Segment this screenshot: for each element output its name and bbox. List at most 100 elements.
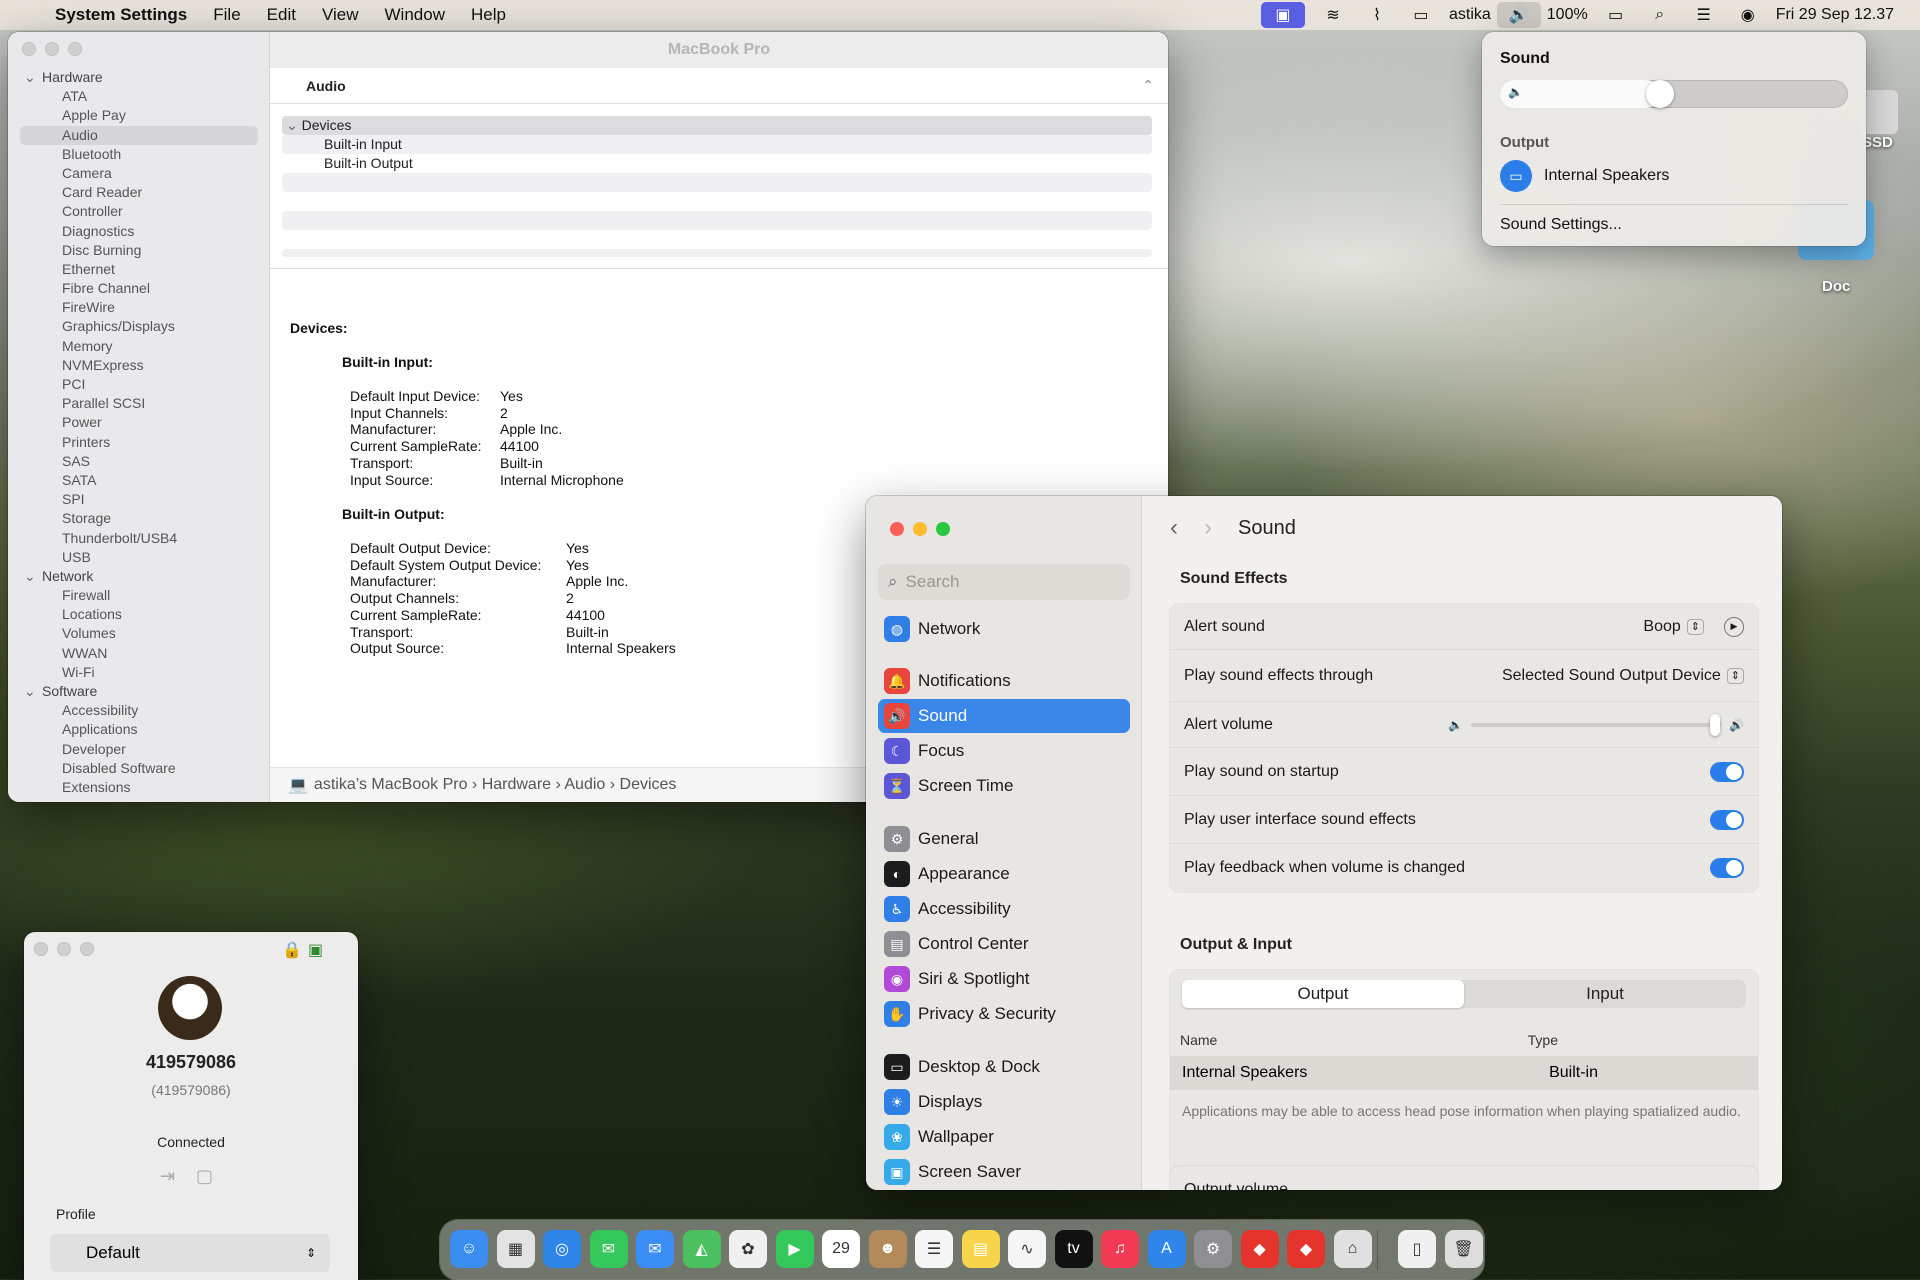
volume-slider[interactable]: 🔈 xyxy=(1500,80,1848,108)
tree-item[interactable]: SPI xyxy=(8,490,270,509)
tree-item[interactable]: Storage xyxy=(8,509,270,528)
alert-volume-slider[interactable] xyxy=(1471,713,1722,736)
profile-select[interactable]: Default ⇕ xyxy=(50,1234,330,1272)
tree-item[interactable]: ATA xyxy=(8,87,270,106)
back-chevron-icon[interactable]: ‹ xyxy=(1170,514,1178,542)
sidebar-item-desktop-dock[interactable]: ▭ Desktop & Dock xyxy=(878,1050,1130,1084)
spotlight-icon[interactable]: ⌕ xyxy=(1638,0,1682,30)
minimize-button[interactable] xyxy=(57,942,71,956)
zoom-button[interactable] xyxy=(936,522,950,536)
anydesk-alt-icon[interactable]: ◆ xyxy=(1287,1230,1325,1268)
tree-item[interactable]: Fibre Channel xyxy=(8,279,270,298)
tree-item[interactable]: Memory xyxy=(8,337,270,356)
notes-icon[interactable]: ▤ xyxy=(961,1230,1000,1268)
menu-window[interactable]: Window xyxy=(372,5,458,25)
close-button[interactable] xyxy=(890,522,904,536)
tab-input[interactable]: Input xyxy=(1464,980,1746,1008)
battery-percent[interactable]: 100% xyxy=(1541,0,1594,30)
sidebar-item-control-center[interactable]: ▤ Control Center xyxy=(878,927,1130,961)
menu-edit[interactable]: Edit xyxy=(254,5,309,25)
messages-icon[interactable]: ✉ xyxy=(589,1230,628,1268)
screen-share-icon[interactable]: ▣ xyxy=(1260,2,1305,28)
tab-output[interactable]: Output xyxy=(1182,980,1464,1008)
tree-item[interactable]: Wi-Fi xyxy=(8,663,270,682)
tree-item[interactable]: PCI xyxy=(8,375,270,394)
anydesk-icon[interactable]: ◆ xyxy=(1240,1230,1279,1268)
table-row[interactable]: Internal Speakers Built-in xyxy=(1170,1056,1758,1090)
trash-icon[interactable]: 🗑 xyxy=(1444,1230,1483,1268)
zoom-button[interactable] xyxy=(80,942,94,956)
play-icon[interactable]: ▶ xyxy=(1724,616,1744,637)
minimize-button[interactable] xyxy=(913,522,927,536)
close-button[interactable] xyxy=(34,942,48,956)
tree-item[interactable]: Firewall xyxy=(8,586,270,605)
doc-label[interactable]: Doc xyxy=(1822,278,1850,295)
finder-icon[interactable]: ☺ xyxy=(450,1230,488,1268)
sidebar-item-screen-saver[interactable]: ▣ Screen Saver xyxy=(878,1155,1130,1189)
list-item[interactable]: Built-in Input xyxy=(282,135,1152,154)
close-button[interactable] xyxy=(22,42,36,56)
contacts-icon[interactable]: ☻ xyxy=(868,1230,907,1268)
toggle-switch[interactable] xyxy=(1710,761,1744,782)
tree-item[interactable]: Disc Burning xyxy=(8,241,270,260)
tree-item[interactable]: Card Reader xyxy=(8,183,270,202)
menu-help[interactable]: Help xyxy=(458,5,519,25)
tree-item[interactable]: Locations xyxy=(8,605,270,624)
sidebar-item-wallpaper[interactable]: ❀ Wallpaper xyxy=(878,1120,1130,1154)
music-icon[interactable]: ♫ xyxy=(1101,1230,1139,1268)
launchpad-icon[interactable]: ▦ xyxy=(496,1230,535,1268)
preview-icon[interactable]: ⌂ xyxy=(1333,1230,1372,1268)
mail-icon[interactable]: ✉ xyxy=(636,1230,674,1268)
monitor-icon[interactable]: ▣ xyxy=(308,940,323,960)
tree-item[interactable]: Ethernet xyxy=(8,260,270,279)
tree-item[interactable]: NVMExpress xyxy=(8,356,270,375)
sidebar-item-notifications[interactable]: 🔔 Notifications xyxy=(878,664,1130,698)
chat-icon[interactable]: ▢ xyxy=(196,1166,213,1187)
alert-volume-knob[interactable] xyxy=(1710,713,1721,736)
freeform-icon[interactable]: ∿ xyxy=(1008,1230,1046,1268)
lock-icon[interactable]: 🔒 xyxy=(282,940,302,960)
split-divider[interactable] xyxy=(270,268,1168,269)
tree-item[interactable]: Applications xyxy=(8,720,270,739)
tree-item[interactable]: Thunderbolt/USB4 xyxy=(8,529,270,548)
maps-icon[interactable]: ◭ xyxy=(682,1230,721,1268)
sidebar-item-general[interactable]: ⚙ General xyxy=(878,822,1130,856)
activity-monitor-icon[interactable]: ⌇ xyxy=(1355,0,1399,30)
sidebar-item-screen-time[interactable]: ⏳ Screen Time xyxy=(878,769,1130,803)
reminders-icon[interactable]: ☰ xyxy=(915,1230,953,1268)
tree-group[interactable]: Software xyxy=(8,682,270,701)
tv-icon[interactable]: tv xyxy=(1054,1230,1093,1268)
calendar-icon[interactable]: 29 xyxy=(822,1230,860,1268)
tree-item[interactable]: Controller xyxy=(8,202,270,221)
safari-icon[interactable]: ◎ xyxy=(543,1230,581,1268)
tree-item[interactable]: Power xyxy=(8,413,270,432)
wifi-icon[interactable]: ≋ xyxy=(1311,0,1355,30)
forward-chevron-icon[interactable]: › xyxy=(1204,514,1212,542)
search-field[interactable]: ⌕ Search xyxy=(878,564,1130,600)
sidebar-item-network[interactable]: ◍ Network xyxy=(878,612,1130,646)
tree-item[interactable]: Disabled Software xyxy=(8,759,270,778)
tree-item[interactable]: WWAN xyxy=(8,644,270,663)
volume-knob[interactable] xyxy=(1646,80,1675,108)
output-device-item[interactable]: ▭ Internal Speakers xyxy=(1500,160,1669,192)
tree-item[interactable]: SATA xyxy=(8,471,270,490)
tree-item[interactable]: FireWire xyxy=(8,298,270,317)
tree-item[interactable]: Developer xyxy=(8,740,270,759)
user-menu[interactable]: astika xyxy=(1443,0,1497,30)
list-item[interactable]: Built-in Output xyxy=(282,154,1152,173)
sidebar-item-accessibility[interactable]: ♿ Accessibility xyxy=(878,892,1130,926)
sound-settings-link[interactable]: Sound Settings... xyxy=(1500,216,1622,234)
ssd-label[interactable]: SSD xyxy=(1862,134,1893,151)
tree-item[interactable]: Volumes xyxy=(8,624,270,643)
zoom-button[interactable] xyxy=(68,42,82,56)
document-icon[interactable]: ▯ xyxy=(1398,1230,1436,1268)
menu-file[interactable]: File xyxy=(200,5,253,25)
file-transfer-icon[interactable]: ⇥ xyxy=(160,1166,175,1187)
app-store-icon[interactable]: A xyxy=(1147,1230,1186,1268)
sidebar-item-siri-spotlight[interactable]: ◉ Siri & Spotlight xyxy=(878,962,1130,996)
battery-icon[interactable]: ▭ xyxy=(1594,0,1638,30)
sidebar-item-sound[interactable]: 🔊 Sound xyxy=(878,699,1130,733)
system-settings-icon[interactable]: ⚙ xyxy=(1194,1230,1232,1268)
tree-item[interactable]: Camera xyxy=(8,164,270,183)
alert-sound-popup[interactable]: Boop ⇕ ▶ xyxy=(1643,616,1744,637)
